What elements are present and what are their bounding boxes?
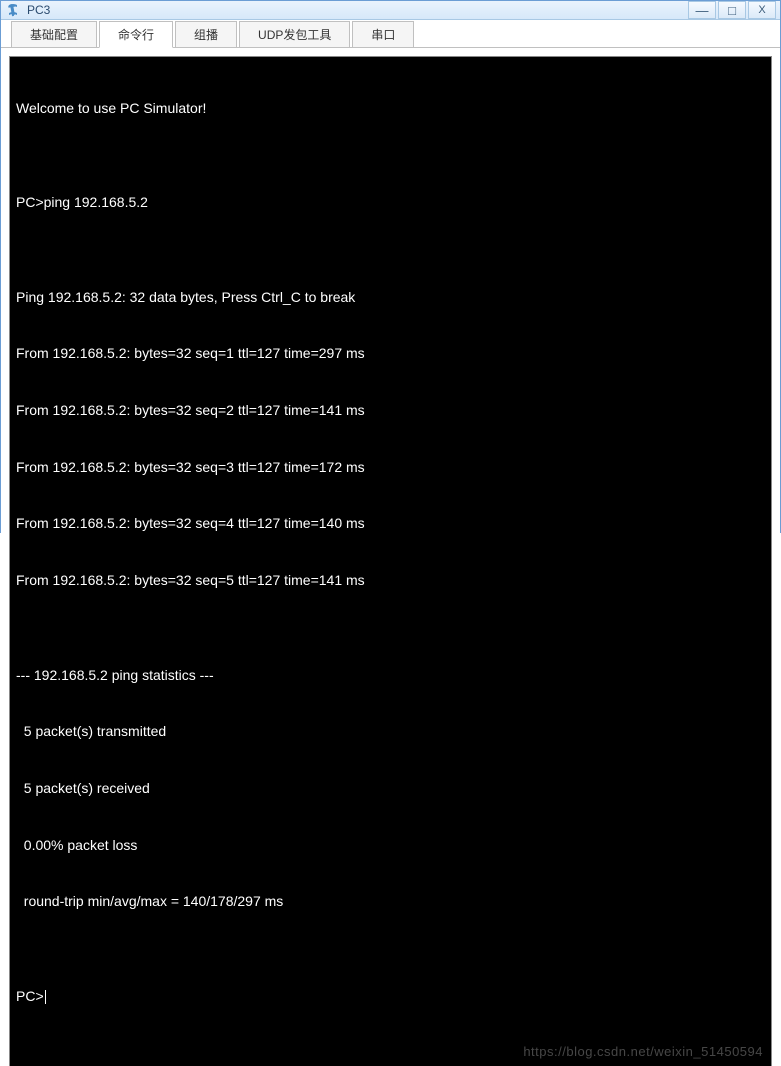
terminal-line: From 192.168.5.2: bytes=32 seq=5 ttl=127… [16,571,765,590]
window-controls: — □ X [688,1,776,19]
terminal-prompt: PC> [16,987,765,1006]
terminal-line: From 192.168.5.2: bytes=32 seq=2 ttl=127… [16,401,765,420]
app-icon [5,2,21,18]
terminal-line: From 192.168.5.2: bytes=32 seq=3 ttl=127… [16,458,765,477]
tab-serial[interactable]: 串口 [352,21,414,47]
terminal-cursor [45,990,46,1004]
terminal-line: Welcome to use PC Simulator! [16,99,765,118]
app-window: PC3 — □ X 基础配置 命令行 组播 UDP发包工具 串口 Welcome… [0,0,781,533]
tab-bar: 基础配置 命令行 组播 UDP发包工具 串口 [1,20,780,48]
terminal-line: From 192.168.5.2: bytes=32 seq=4 ttl=127… [16,514,765,533]
terminal-line: 5 packet(s) transmitted [16,722,765,741]
window-title: PC3 [27,3,688,17]
titlebar: PC3 — □ X [1,1,780,20]
maximize-button[interactable]: □ [718,1,746,19]
terminal[interactable]: Welcome to use PC Simulator! PC>ping 192… [9,56,772,1066]
terminal-line: From 192.168.5.2: bytes=32 seq=1 ttl=127… [16,344,765,363]
tab-multicast[interactable]: 组播 [175,21,237,47]
terminal-line: Ping 192.168.5.2: 32 data bytes, Press C… [16,288,765,307]
tab-command-line[interactable]: 命令行 [99,21,173,48]
terminal-line: round-trip min/avg/max = 140/178/297 ms [16,892,765,911]
terminal-line: PC>ping 192.168.5.2 [16,193,765,212]
close-button[interactable]: X [748,1,776,19]
content-area: Welcome to use PC Simulator! PC>ping 192… [1,48,780,1066]
terminal-line: 5 packet(s) received [16,779,765,798]
terminal-line: 0.00% packet loss [16,836,765,855]
watermark: https://blog.csdn.net/weixin_51450594 [523,1043,763,1061]
tab-udp-tool[interactable]: UDP发包工具 [239,21,350,47]
terminal-line: --- 192.168.5.2 ping statistics --- [16,666,765,685]
minimize-button[interactable]: — [688,1,716,19]
tab-basic-config[interactable]: 基础配置 [11,21,97,47]
